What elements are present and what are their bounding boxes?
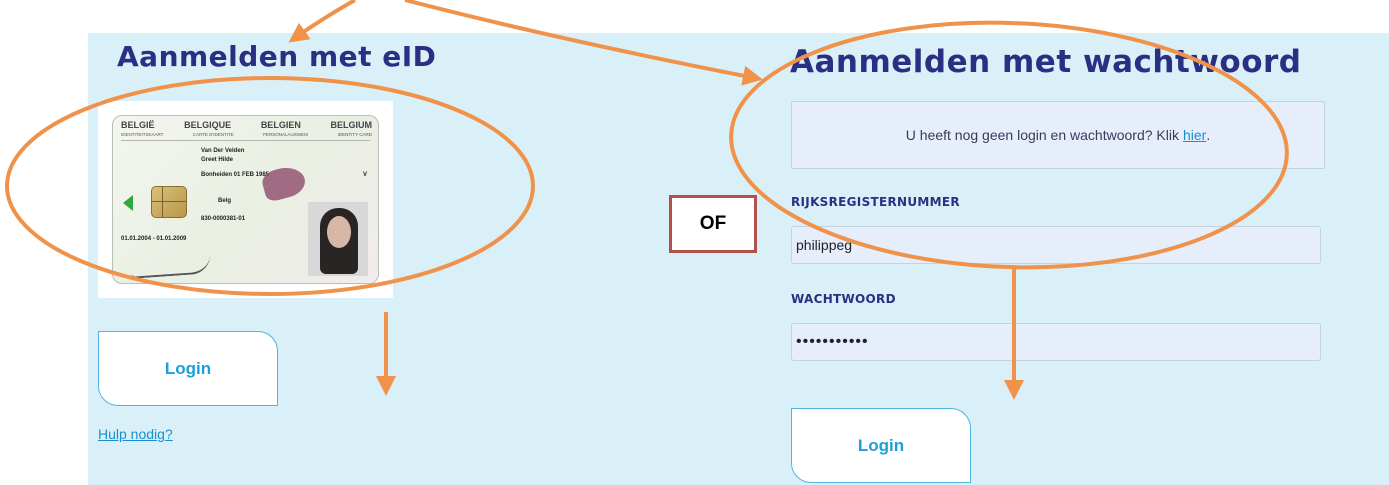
eid-login-button[interactable]: Login <box>98 331 278 406</box>
card-subtitle: PERSONALAUSWEIS <box>263 132 309 137</box>
password-login-button[interactable]: Login <box>791 408 971 483</box>
rrn-label: RIJKSREGISTERNUMMER <box>791 195 960 209</box>
rrn-input[interactable] <box>791 226 1321 264</box>
card-country: BELGIQUE <box>184 120 232 130</box>
card-subtitle: IDENTITEITSKAART <box>121 132 164 137</box>
id-card: BELGIË BELGIQUE BELGIEN BELGIUM IDENTITE… <box>112 115 379 284</box>
card-country-names: BELGIË BELGIQUE BELGIEN BELGIUM <box>121 120 372 130</box>
card-number: 830-0000381-01 <box>201 216 246 222</box>
card-sex: V <box>363 172 368 178</box>
register-info-suffix: . <box>1206 127 1211 143</box>
green-triangle-icon <box>123 195 133 211</box>
card-nationality: Belg <box>218 198 232 204</box>
card-country: BELGIEN <box>260 120 301 130</box>
password-heading: Aanmelden met wachtwoord <box>790 44 1302 80</box>
register-info-box: U heeft nog geen login en wachtwoord? Kl… <box>791 101 1325 169</box>
card-surname: Van Der Velden <box>201 148 245 154</box>
card-subtitle: CARTE D'IDENTITE <box>192 132 234 137</box>
register-link[interactable]: hier <box>1183 127 1206 143</box>
password-label: WACHTWOORD <box>791 292 896 306</box>
card-country: BELGIË <box>121 120 155 130</box>
card-divider <box>121 140 370 141</box>
signature <box>130 253 212 279</box>
register-info-text: U heeft nog geen login en wachtwoord? Kl… <box>905 127 1179 143</box>
eid-card-image: BELGIË BELGIQUE BELGIEN BELGIUM IDENTITE… <box>98 101 393 298</box>
id-photo <box>308 202 368 276</box>
card-subtitles: IDENTITEITSKAART CARTE D'IDENTITE PERSON… <box>121 132 372 137</box>
password-input[interactable] <box>791 323 1321 361</box>
eid-heading: Aanmelden met eID <box>117 40 437 73</box>
card-subtitle: IDENTITY CARD <box>337 132 372 137</box>
belgium-map-icon <box>259 163 309 203</box>
card-given-names: Greet Hilde <box>201 157 234 163</box>
card-birth: Bonheiden 01 FEB 1985 <box>201 172 270 178</box>
chip-icon <box>151 186 187 218</box>
card-validity: 01.01.2004 - 01.01.2009 <box>121 236 187 242</box>
or-label: OF <box>669 195 757 253</box>
card-country: BELGIUM <box>330 120 372 130</box>
help-link[interactable]: Hulp nodig? <box>98 426 173 442</box>
